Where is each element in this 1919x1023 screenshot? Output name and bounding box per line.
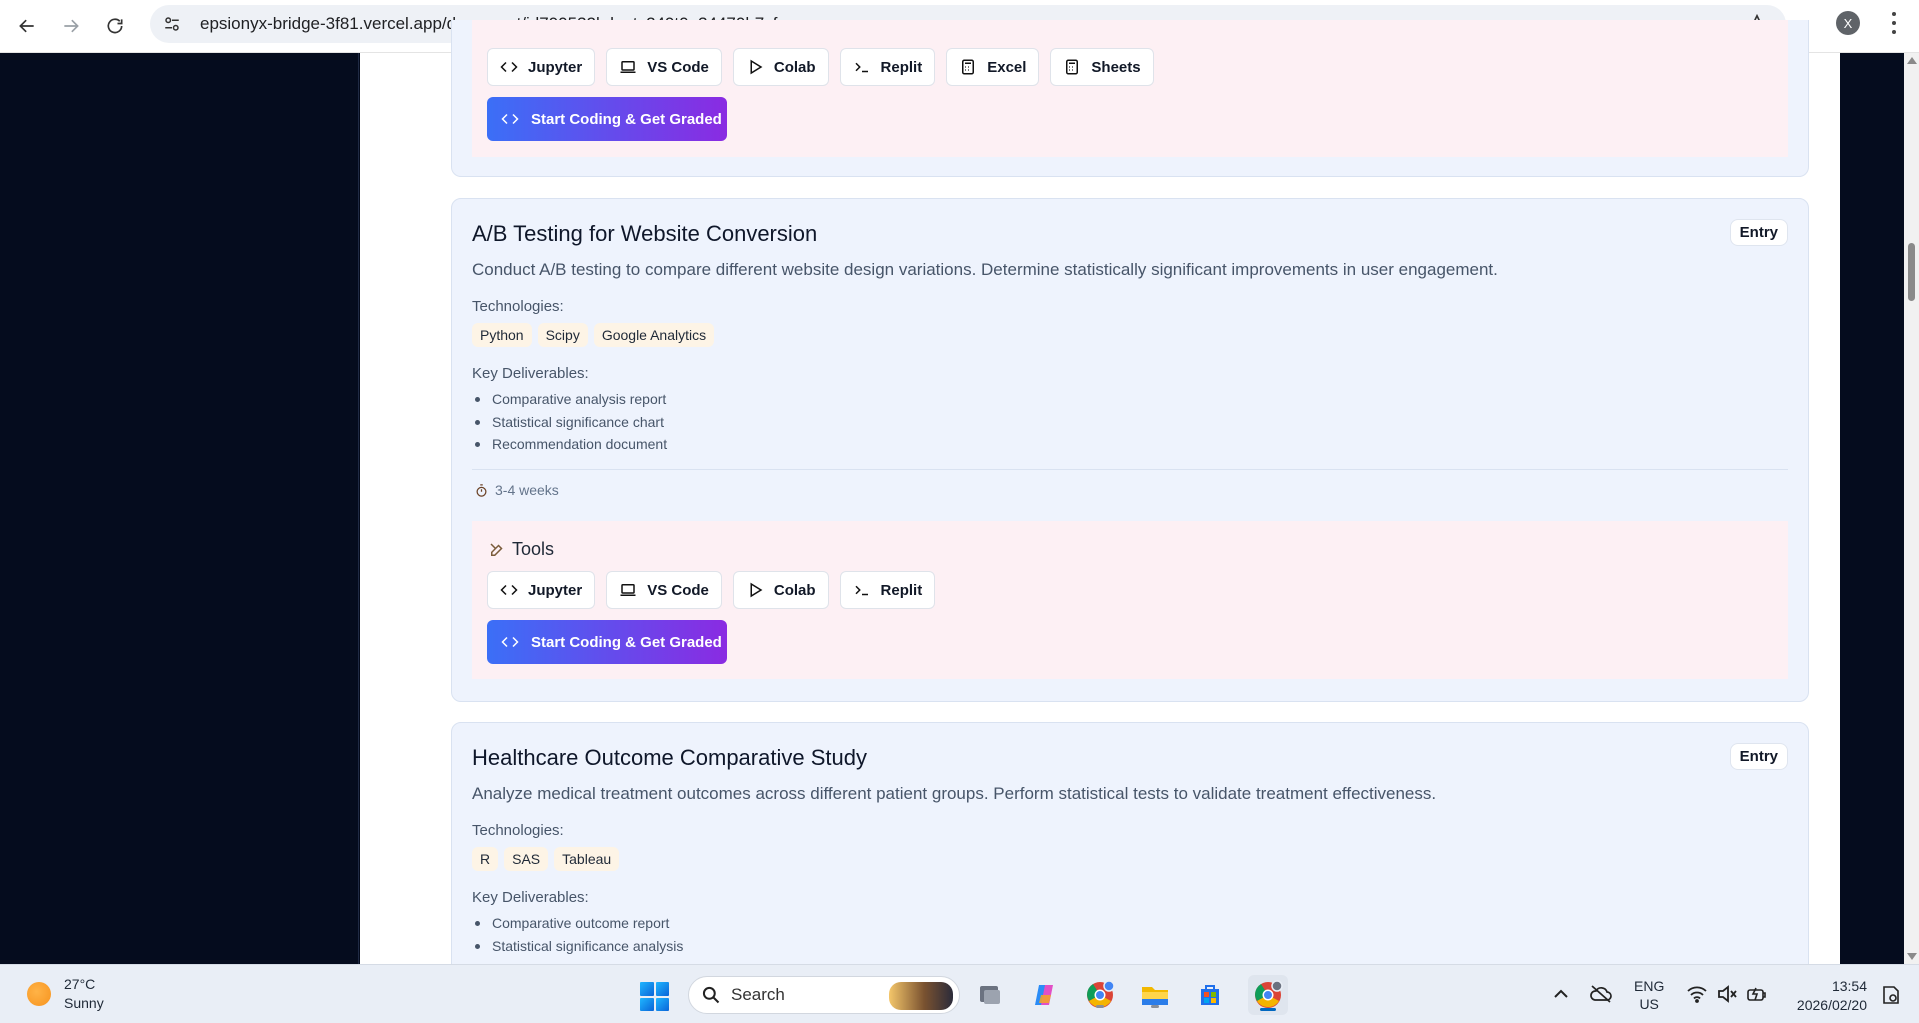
laptop-icon (620, 61, 636, 73)
tools-title: Tools (488, 539, 554, 560)
calculator-icon (1066, 59, 1079, 75)
chrome-icon[interactable] (1083, 978, 1117, 1012)
back-button[interactable] (9, 8, 45, 44)
battery-charging-icon[interactable] (1746, 984, 1768, 1004)
tool-colab-button[interactable]: Colab (732, 571, 829, 609)
level-badge: Entry (1729, 219, 1788, 246)
scroll-up-icon[interactable] (1907, 57, 1917, 64)
right-margin (1840, 53, 1904, 964)
weather-temperature[interactable]: 27°C (64, 976, 95, 992)
speaker-muted-icon[interactable] (1716, 985, 1738, 1003)
technology-tags: Python Scipy Google Analytics (472, 323, 715, 347)
start-coding-button[interactable]: Start Coding & Get Graded (487, 620, 727, 664)
wifi-icon[interactable] (1686, 985, 1708, 1003)
sun-icon[interactable] (27, 982, 51, 1006)
project-card-healthcare: Healthcare Outcome Comparative Study Ent… (451, 722, 1809, 982)
task-view-icon[interactable] (973, 978, 1007, 1012)
deliverables-list: Comparative analysis report Statistical … (472, 388, 667, 456)
file-explorer-icon[interactable] (1138, 978, 1172, 1012)
reload-icon (107, 18, 123, 34)
sidebar (0, 53, 359, 964)
tech-tag: Scipy (537, 323, 588, 347)
card-description: Analyze medical treatment outcomes acros… (472, 784, 1437, 803)
project-card-ab-testing: A/B Testing for Website Conversion Entry… (451, 198, 1809, 702)
microsoft-store-icon[interactable] (1193, 978, 1227, 1012)
terminal-icon (855, 585, 868, 596)
list-item: Statistical significance analysis (472, 935, 683, 958)
code-icon (500, 584, 518, 596)
arrow-left-icon (19, 19, 34, 33)
copilot-icon[interactable] (1028, 978, 1062, 1012)
tool-replit-button[interactable]: Replit (839, 571, 936, 609)
stopwatch-icon (476, 483, 487, 497)
code-icon (501, 113, 519, 125)
tool-row: Jupyter VS Code Colab Replit (487, 571, 936, 609)
tool-excel-button[interactable]: Excel (946, 48, 1040, 86)
laptop-icon (620, 584, 636, 596)
terminal-icon (855, 62, 868, 73)
scroll-thumb[interactable] (1908, 243, 1915, 301)
profile-avatar[interactable]: X (1836, 11, 1860, 35)
level-badge: Entry (1729, 743, 1788, 770)
arrow-right-icon (64, 19, 79, 33)
tool-vscode-button[interactable]: VS Code (606, 571, 722, 609)
calculator-icon (962, 59, 975, 75)
chevron-up-icon[interactable] (1553, 987, 1569, 1001)
scroll-down-icon[interactable] (1907, 953, 1917, 960)
project-card-previous: Jupyter VS Code Colab Replit Excel Sheet… (451, 20, 1809, 177)
duration: 3-4 weeks (474, 482, 559, 498)
start-coding-button[interactable]: Start Coding & Get Graded (487, 97, 727, 141)
reload-button[interactable] (97, 8, 133, 44)
cloud-offline-icon[interactable] (1589, 983, 1613, 1005)
tech-tag: R (472, 847, 499, 871)
deliverables-label: Key Deliverables: (472, 889, 589, 906)
list-item: Recommendation document (472, 433, 667, 456)
play-icon (750, 59, 763, 75)
windows-taskbar: 27°C Sunny Search ENG US 13:54 2026/02/2… (0, 964, 1919, 1023)
tools-panel: Jupyter VS Code Colab Replit Excel Sheet… (472, 20, 1788, 157)
deliverables-label: Key Deliverables: (472, 365, 589, 382)
tool-vscode-button[interactable]: VS Code (606, 48, 722, 86)
tool-jupyter-button[interactable]: Jupyter (487, 571, 596, 609)
list-item: Comparative analysis report (472, 388, 667, 411)
tool-row: Jupyter VS Code Colab Replit Excel Sheet… (487, 48, 1154, 86)
technology-tags: R SAS Tableau (472, 847, 620, 871)
code-icon (500, 61, 518, 73)
tool-colab-button[interactable]: Colab (732, 48, 829, 86)
chrome-profile-icon[interactable] (1248, 975, 1288, 1015)
site-info-icon[interactable] (156, 8, 188, 40)
taskbar-search[interactable]: Search (688, 976, 960, 1014)
tool-replit-button[interactable]: Replit (839, 48, 936, 86)
tools-panel: Tools Jupyter VS Code Colab Replit Start… (472, 521, 1788, 679)
browser-menu-icon[interactable] (1884, 10, 1904, 36)
forward-button[interactable] (53, 8, 89, 44)
technologies-label: Technologies: (472, 822, 564, 839)
deliverables-list: Comparative outcome report Statistical s… (472, 912, 683, 957)
technologies-label: Technologies: (472, 298, 564, 315)
page-scrollbar[interactable] (1904, 53, 1919, 964)
code-icon (501, 636, 519, 648)
search-icon (702, 986, 720, 1004)
play-icon (750, 582, 763, 598)
card-title: A/B Testing for Website Conversion (472, 221, 818, 246)
list-item: Comparative outcome report (472, 912, 683, 935)
windows-start-icon[interactable] (640, 982, 669, 1011)
search-highlight-icon (889, 982, 953, 1010)
tools-icon (490, 542, 503, 556)
system-clock[interactable]: 13:54 2026/02/20 (1787, 977, 1867, 1015)
tech-tag: SAS (504, 847, 549, 871)
card-description: Conduct A/B testing to compare different… (472, 260, 1498, 279)
tool-sheets-button[interactable]: Sheets (1050, 48, 1154, 86)
notification-settings-icon[interactable] (1880, 984, 1902, 1006)
language-indicator[interactable]: ENG US (1634, 977, 1664, 1013)
weather-condition[interactable]: Sunny (64, 995, 104, 1011)
tech-tag: Tableau (554, 847, 620, 871)
tech-tag: Python (472, 323, 532, 347)
list-item: Statistical significance chart (472, 411, 667, 434)
tool-jupyter-button[interactable]: Jupyter (487, 48, 596, 86)
card-title: Healthcare Outcome Comparative Study (472, 745, 867, 770)
tech-tag: Google Analytics (593, 323, 715, 347)
divider (472, 469, 1788, 470)
